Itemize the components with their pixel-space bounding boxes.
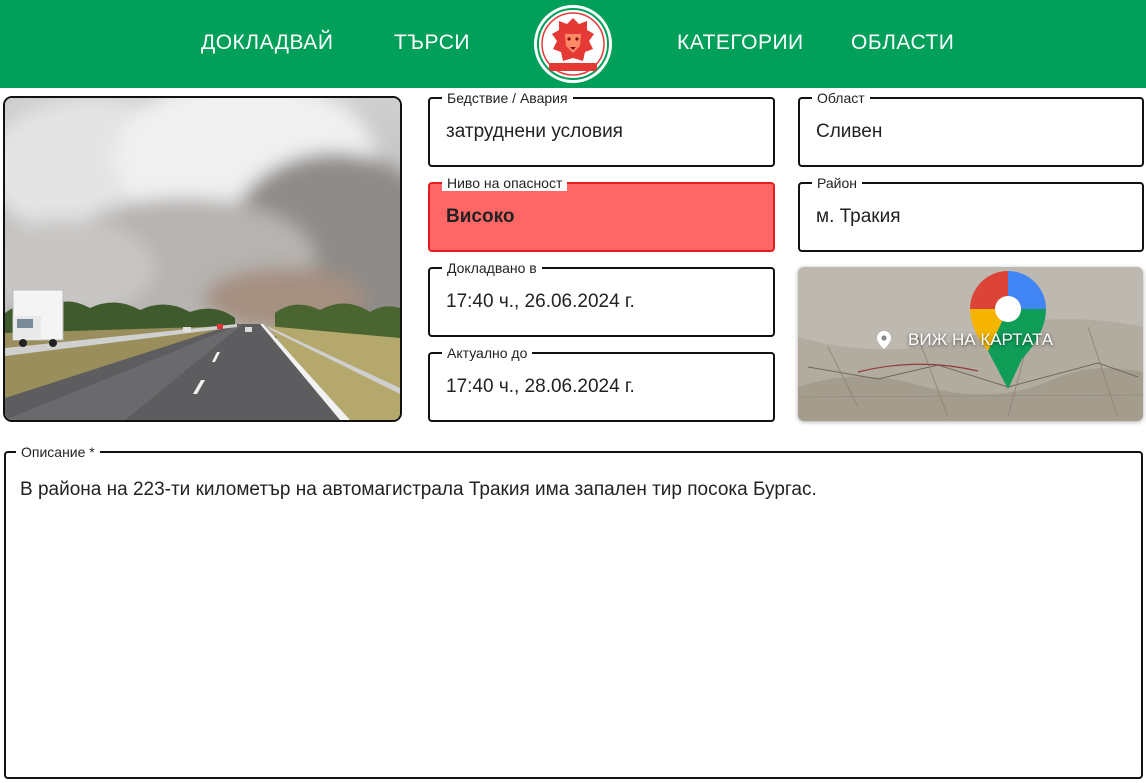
logo[interactable] <box>533 4 613 84</box>
lion-logo-icon <box>534 5 612 83</box>
nav-categories[interactable]: КАТЕГОРИИ <box>677 30 804 56</box>
valid-until-value: 17:40 ч., 28.06.2024 г. <box>446 376 635 397</box>
description-field[interactable]: Описание * В района на 223-ти километър … <box>4 444 1143 779</box>
reported-at-value: 17:40 ч., 26.06.2024 г. <box>446 291 635 312</box>
danger-level-value: Високо <box>446 206 515 227</box>
nav-report[interactable]: ДОКЛАДВАЙ <box>201 30 333 56</box>
danger-level-field[interactable]: Ниво на опасност Високо <box>428 175 775 252</box>
nav-search[interactable]: ТЪРСИ <box>394 30 470 56</box>
view-map-text: ВИЖ НА КАРТАТА <box>908 330 1054 349</box>
region-value: Сливен <box>816 121 883 142</box>
description-text: В района на 223-ти километър на автомаги… <box>20 479 817 500</box>
nav-regions[interactable]: ОБЛАСТИ <box>851 30 954 56</box>
incident-photo <box>3 96 402 422</box>
reported-at-field[interactable]: Докладвано в 17:40 ч., 26.06.2024 г. <box>428 260 775 337</box>
view-map-button[interactable]: ВИЖ НА КАРТАТА <box>798 267 1143 421</box>
region-field[interactable]: Област Сливен <box>798 90 1144 167</box>
disaster-value: затруднени условия <box>446 121 623 142</box>
description-label: Описание * <box>16 444 100 460</box>
district-field[interactable]: Район м. Тракия <box>798 175 1144 252</box>
location-pin-icon <box>877 331 891 349</box>
disaster-field[interactable]: Бедствие / Авария затруднени условия <box>428 90 775 167</box>
view-map-label: ВИЖ НА КАРТАТА <box>874 330 1053 350</box>
top-nav: ДОКЛАДВАЙ ТЪРСИ КАТЕГОРИИ ОБЛАСТИ <box>0 0 1146 88</box>
valid-until-field[interactable]: Актуално до 17:40 ч., 28.06.2024 г. <box>428 345 775 422</box>
district-value: м. Тракия <box>816 206 901 227</box>
